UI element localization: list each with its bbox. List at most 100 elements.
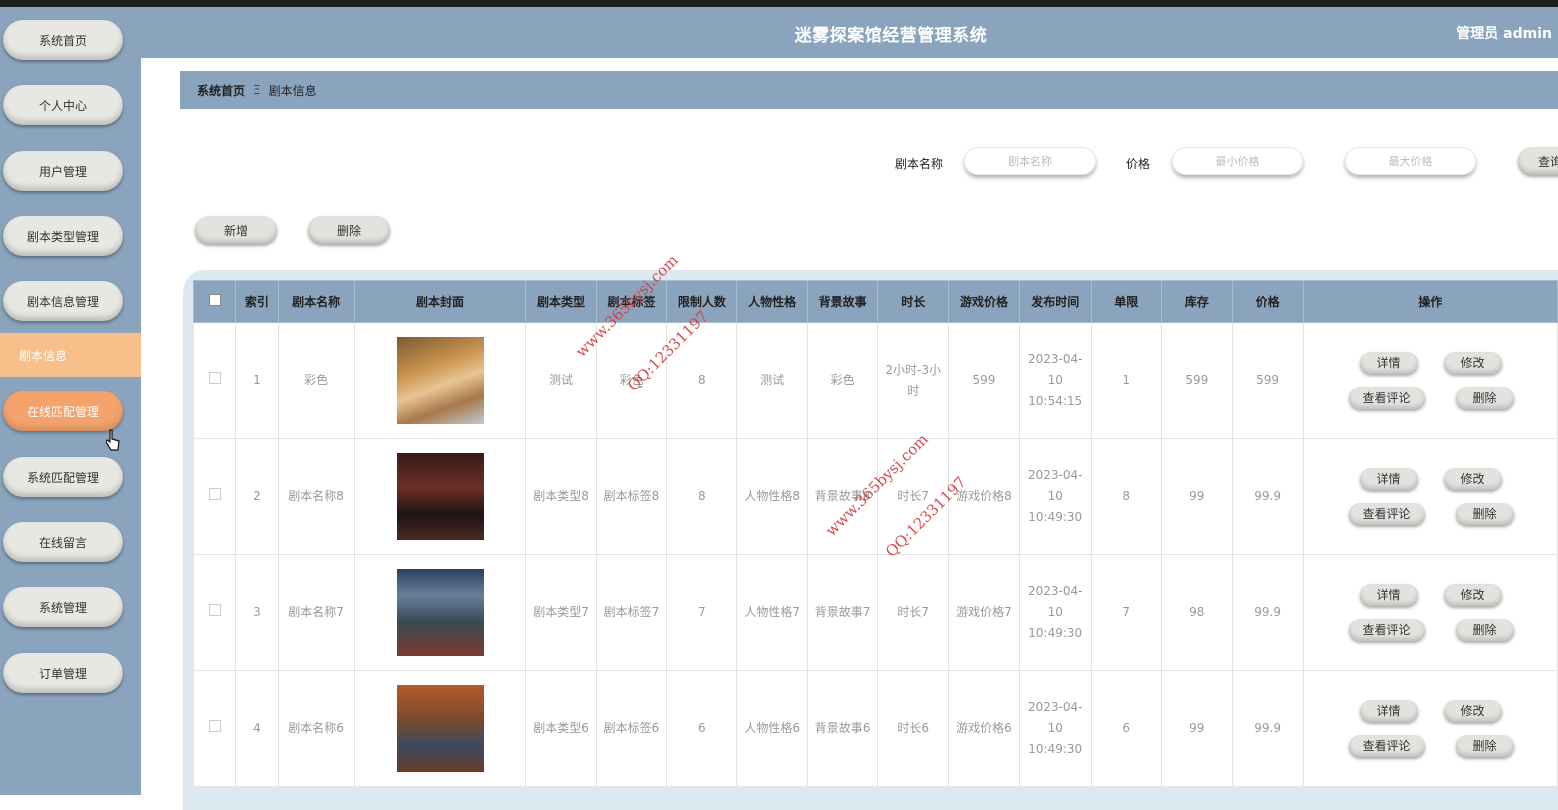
character-cell: 人物性格6 bbox=[736, 670, 808, 787]
column-header: 剧本类型 bbox=[525, 280, 597, 323]
sidebar-item-home[interactable]: 系统首页 bbox=[3, 20, 123, 60]
game-price-cell: 游戏价格6 bbox=[948, 670, 1020, 787]
character-cell: 测试 bbox=[736, 322, 808, 439]
column-header: 剧本名称 bbox=[277, 280, 355, 323]
delete-button[interactable]: 删除 bbox=[1455, 503, 1514, 525]
row-checkbox[interactable] bbox=[208, 372, 221, 384]
limit-cell: 7 bbox=[666, 554, 738, 671]
name-cell: 彩色 bbox=[277, 322, 355, 439]
stock-cell: 99 bbox=[1160, 438, 1233, 555]
tag-cell: 剧本标签8 bbox=[595, 438, 668, 555]
row-select-cell[interactable] bbox=[192, 438, 237, 555]
publish-time-cell: 2023-04-10 10:49:30 bbox=[1018, 554, 1092, 671]
top-header: 迷雾探案馆经营管理系统 管理员 admin bbox=[141, 7, 1558, 58]
game-price-cell: 599 bbox=[948, 322, 1020, 439]
user-info[interactable]: 管理员 admin bbox=[1456, 23, 1552, 43]
row-select-cell[interactable] bbox=[192, 670, 237, 787]
breadcrumb-separator-icon: Ξ bbox=[253, 83, 261, 97]
character-cell: 人物性格8 bbox=[736, 438, 808, 555]
detail-button[interactable]: 详情 bbox=[1359, 584, 1418, 606]
view-comments-button[interactable]: 查看评论 bbox=[1348, 503, 1425, 525]
row-select-cell[interactable] bbox=[192, 554, 237, 671]
min-price-input[interactable] bbox=[1172, 147, 1303, 175]
view-comments-button[interactable]: 查看评论 bbox=[1348, 387, 1425, 409]
delete-button[interactable]: 删除 bbox=[1455, 619, 1514, 641]
single-limit-cell: 1 bbox=[1090, 322, 1162, 439]
limit-cell: 8 bbox=[666, 438, 738, 555]
detail-button[interactable]: 详情 bbox=[1359, 352, 1418, 374]
row-checkbox[interactable] bbox=[208, 488, 221, 500]
column-header: 背景故事 bbox=[806, 280, 879, 323]
row-checkbox[interactable] bbox=[208, 720, 221, 732]
batch-delete-button[interactable]: 删除 bbox=[308, 216, 390, 244]
actions-cell: 详情 修改 查看评论 删除 bbox=[1302, 322, 1558, 439]
name-search-input[interactable] bbox=[964, 147, 1096, 175]
view-comments-button[interactable]: 查看评论 bbox=[1348, 619, 1425, 641]
window-top-strip bbox=[0, 0, 1558, 7]
cover-cell bbox=[353, 554, 527, 671]
stock-cell: 99 bbox=[1160, 670, 1233, 787]
sidebar-item-orders[interactable]: 订单管理 bbox=[3, 653, 123, 693]
edit-button[interactable]: 修改 bbox=[1443, 584, 1502, 606]
name-cell: 剧本名称7 bbox=[277, 554, 355, 671]
row-checkbox[interactable] bbox=[208, 604, 221, 616]
select-all-header[interactable] bbox=[192, 280, 237, 323]
character-cell: 人物性格7 bbox=[736, 554, 808, 671]
script-cover-image bbox=[396, 453, 484, 540]
index-cell: 3 bbox=[235, 554, 279, 671]
column-header: 游戏价格 bbox=[948, 280, 1020, 323]
cover-cell bbox=[353, 438, 527, 555]
sidebar-item-profile[interactable]: 个人中心 bbox=[3, 85, 123, 125]
actions-cell: 详情 修改 查看评论 删除 bbox=[1302, 670, 1558, 787]
column-header: 发布时间 bbox=[1018, 280, 1092, 323]
sidebar-subitem-script-info[interactable]: 剧本信息 bbox=[0, 333, 141, 377]
single-limit-cell: 7 bbox=[1090, 554, 1162, 671]
tag-cell: 剧本标签7 bbox=[595, 554, 668, 671]
delete-button[interactable]: 删除 bbox=[1455, 735, 1514, 757]
sidebar-item-system-match[interactable]: 系统匹配管理 bbox=[3, 457, 123, 497]
limit-cell: 6 bbox=[666, 670, 738, 787]
type-cell: 剧本类型7 bbox=[525, 554, 597, 671]
name-cell: 剧本名称8 bbox=[277, 438, 355, 555]
column-header: 价格 bbox=[1231, 280, 1304, 323]
index-cell: 1 bbox=[235, 322, 279, 439]
column-header: 人物性格 bbox=[736, 280, 808, 323]
delete-button[interactable]: 删除 bbox=[1455, 387, 1514, 409]
sidebar-item-script-types[interactable]: 剧本类型管理 bbox=[3, 216, 123, 256]
type-cell: 剧本类型8 bbox=[525, 438, 597, 555]
game-price-cell: 游戏价格7 bbox=[948, 554, 1020, 671]
row-select-cell[interactable] bbox=[192, 322, 237, 439]
actions-cell: 详情 修改 查看评论 删除 bbox=[1302, 554, 1558, 671]
sidebar-item-system[interactable]: 系统管理 bbox=[3, 587, 123, 627]
max-price-input[interactable] bbox=[1345, 147, 1476, 175]
sidebar-item-online-match[interactable]: 在线匹配管理 bbox=[3, 391, 123, 431]
story-cell: 彩色 bbox=[806, 322, 879, 439]
column-header: 索引 bbox=[235, 280, 279, 323]
detail-button[interactable]: 详情 bbox=[1359, 700, 1418, 722]
view-comments-button[interactable]: 查看评论 bbox=[1348, 735, 1425, 757]
single-limit-cell: 6 bbox=[1090, 670, 1162, 787]
price-cell: 99.9 bbox=[1231, 554, 1304, 671]
detail-button[interactable]: 详情 bbox=[1359, 468, 1418, 490]
sidebar-item-users[interactable]: 用户管理 bbox=[3, 151, 123, 191]
type-cell: 剧本类型6 bbox=[525, 670, 597, 787]
stock-cell: 599 bbox=[1160, 322, 1233, 439]
index-cell: 2 bbox=[235, 438, 279, 555]
table-row: 1 彩色 测试 彩色 8 测试 彩色 2小时-3小时 599 2023-04-10 10:54:1… bbox=[192, 322, 1558, 439]
edit-button[interactable]: 修改 bbox=[1443, 700, 1502, 722]
breadcrumb-home[interactable]: 系统首页 bbox=[197, 82, 245, 99]
breadcrumb: 系统首页 Ξ 剧本信息 bbox=[180, 71, 1558, 109]
select-all-checkbox[interactable] bbox=[208, 294, 221, 306]
add-button[interactable]: 新增 bbox=[195, 216, 277, 244]
price-cell: 99.9 bbox=[1231, 670, 1304, 787]
column-header: 剧本封面 bbox=[353, 280, 527, 323]
cover-cell bbox=[353, 670, 527, 787]
edit-button[interactable]: 修改 bbox=[1443, 468, 1502, 490]
sidebar-item-script-info[interactable]: 剧本信息管理 bbox=[3, 281, 123, 321]
sidebar-item-messages[interactable]: 在线留言 bbox=[3, 522, 123, 562]
breadcrumb-current: 剧本信息 bbox=[268, 83, 317, 98]
game-price-cell: 游戏价格8 bbox=[948, 438, 1020, 555]
query-button[interactable]: 查询 bbox=[1518, 147, 1558, 175]
edit-button[interactable]: 修改 bbox=[1443, 352, 1502, 374]
price-cell: 599 bbox=[1231, 322, 1304, 439]
